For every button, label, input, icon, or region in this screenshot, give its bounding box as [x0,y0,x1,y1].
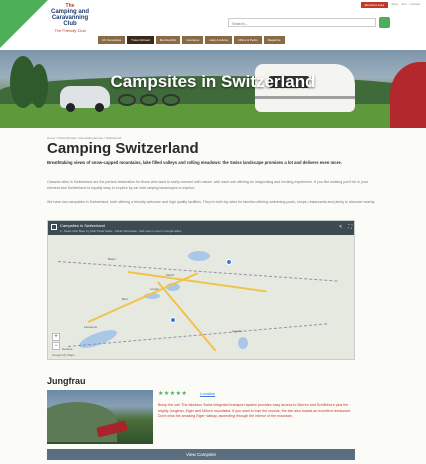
nav-uk-campsites[interactable]: UK Campsites [98,36,126,44]
map-city-label: Lugano [232,329,243,333]
intro-paragraph-2: We have two campsites in Switzerland, bo… [47,200,376,204]
map-city-label: Zürich [166,273,175,277]
map-city-label: Genève [62,347,73,351]
map-city-label: Basel [108,257,116,261]
map-title: Campsites in Switzerland [60,223,105,228]
logo-line2: Camping and Caravanning Club [50,9,89,27]
map-city-label: Lausanne [84,325,98,329]
listing-description: Bump the car! The fabulous Swiss integra… [158,403,351,418]
listing-title: Jungfrau [47,376,86,386]
view-campsite-button[interactable]: View Campsite [47,449,355,460]
embedded-map[interactable]: Campsites in Switzerland 2 - Swiss Club … [47,220,355,360]
map-header: Campsites in Switzerland 2 - Swiss Club … [48,221,354,235]
contact-link[interactable]: Contact [410,2,420,8]
green-corner [0,0,48,48]
nav-offers-perks[interactable]: Offers & Perks [234,36,262,44]
location-link[interactable]: Location [200,391,215,396]
site-header: Members Area Shop Join Contact The Campi… [0,0,426,50]
nav-insurance[interactable]: Insurance [182,36,204,44]
map-subtitle: 2 - Swiss Club Sites, by Club Travel Swi… [60,229,182,233]
lake-constance [188,251,210,261]
bike-wheel [162,94,180,106]
lake-lugano [238,337,248,349]
bike-wheel [140,94,158,106]
hero-banner: Campsites in Switzerland [0,50,426,128]
logo-tagline: The Friendly Club [54,28,86,33]
join-link[interactable]: Join [401,2,407,8]
shop-link[interactable]: Shop [391,2,398,8]
intro-paragraph-1: Caravan sites in Switzerland are the per… [47,180,369,190]
map-border [57,261,338,282]
nav-membership[interactable]: Membership [155,36,181,44]
page: Members Area Shop Join Contact The Campi… [0,0,426,464]
map-layers-icon[interactable] [51,224,57,230]
zoom-in-button[interactable]: + [52,333,60,341]
top-links: Members Area Shop Join Contact [360,2,420,8]
hero-title: Campsites in Switzerland [110,72,316,91]
lake-geneva [77,326,119,352]
page-title: Camping Switzerland [47,140,199,157]
map-city-label: Bern [122,297,129,301]
search-button[interactable] [379,17,390,28]
map-road [157,281,217,352]
zoom-out-button[interactable]: − [52,342,60,350]
nav-magazine[interactable]: Magazine [263,36,285,44]
search-input[interactable]: Search... [228,18,376,27]
nav-travel-abroad[interactable]: Travel Abroad [127,36,154,44]
campsite-pin[interactable] [226,259,232,265]
intro-lead: Breathtaking views of snow-capped mounta… [47,160,342,165]
campsite-pin[interactable] [170,317,176,323]
bike-wheel [118,94,136,106]
members-area-link[interactable]: Members Area [360,2,389,8]
nav-help-advice[interactable]: Help & Advice [205,36,233,44]
map-footer: Google My Maps [52,353,75,357]
map-city-label: Luzern [150,287,160,291]
club-logo[interactable]: The Camping and Caravanning Club The Fri… [50,4,90,46]
rating-stars: ★★★★★ [158,391,188,397]
share-icon[interactable]: < [339,224,342,230]
fullscreen-icon[interactable]: ⛶ [348,224,352,230]
car-wheel [95,103,104,112]
main-nav: UK Campsites Travel Abroad Membership In… [98,36,285,44]
photo-mountain [47,402,117,442]
listing-photo[interactable] [47,390,153,444]
caravan-stripe [255,96,355,99]
car-wheel [66,103,75,112]
